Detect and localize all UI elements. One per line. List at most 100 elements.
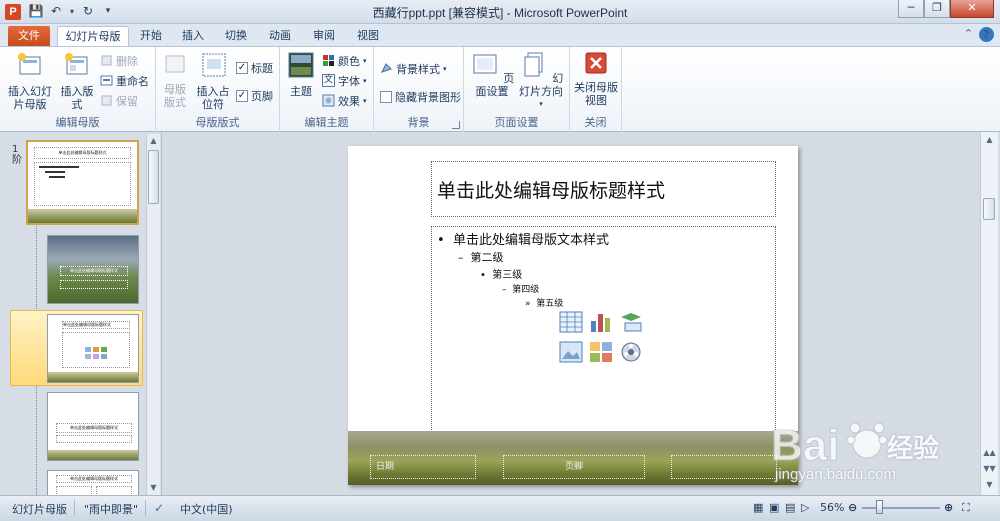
insert-slide-master-button[interactable]: 插入幻灯片母版 xyxy=(6,51,54,111)
hide-background-graphics-checkbox[interactable]: 隐藏背景图形 xyxy=(380,88,461,105)
tab-slide-master[interactable]: 幻灯片母版 xyxy=(57,26,129,46)
close-button[interactable]: ✕ xyxy=(950,0,994,18)
status-language[interactable]: 中文(中国) xyxy=(180,501,233,517)
spell-check-icon[interactable]: ✓ xyxy=(154,501,164,515)
insert-placeholder-button[interactable]: 插入占位符 xyxy=(194,51,234,111)
footer-placeholder[interactable]: 页脚 xyxy=(503,455,645,479)
main-vertical-scrollbar[interactable]: ▲ ▲▲ ▼▼ ▼ xyxy=(980,132,998,495)
background-styles-button[interactable]: 背景样式 ▾ xyxy=(380,60,447,77)
slide-orientation-button[interactable]: 幻灯片方向 ▾ xyxy=(514,51,568,111)
next-slide-icon[interactable]: ▼▼ xyxy=(981,461,998,477)
status-bar: 幻灯片母版 "雨中即景" ✓ 中文(中国) ▦ ▣ ▤ ▷ 56% ⊖ ⊕ ⛶ xyxy=(0,495,1000,521)
zoom-in-icon[interactable]: ⊕ xyxy=(944,501,953,514)
previous-slide-icon[interactable]: ▲▲ xyxy=(981,445,998,461)
fonts-icon: 文 xyxy=(322,74,335,87)
background-styles-icon xyxy=(381,63,392,73)
slideshow-icon[interactable]: ▷ xyxy=(801,501,809,514)
minimize-button[interactable]: ─ xyxy=(898,0,924,18)
slide-footer-image: 日期 页脚 xyxy=(348,431,798,485)
preserve-button[interactable]: 保留 xyxy=(100,92,138,109)
effects-button[interactable]: 效果 ▾ xyxy=(322,92,367,109)
layout-thumbnail-title-content[interactable]: 单击此处编辑母版标题样式 xyxy=(47,314,139,383)
layout-thumbnail-section-header[interactable]: 单击此处编辑母版标题样式 xyxy=(47,392,139,461)
page-setup-button[interactable]: 页面设置 xyxy=(468,51,516,98)
checkbox-checked-icon: ✓ xyxy=(236,89,248,102)
scroll-up-icon[interactable]: ▲ xyxy=(981,132,998,148)
layout-thumbnail-title[interactable]: 单击此处编辑母版标题样式 xyxy=(47,235,139,304)
scrollbar-thumb[interactable] xyxy=(983,198,995,220)
status-theme-name[interactable]: "雨中即景" xyxy=(84,501,138,517)
group-label-background: 背景 xyxy=(407,116,430,129)
themes-icon xyxy=(288,52,314,78)
title-checkbox[interactable]: ✓ 标题 xyxy=(236,59,273,76)
window-controls: ─ ❐ ✕ xyxy=(898,0,994,18)
tab-review[interactable]: 审阅 xyxy=(307,26,341,46)
scroll-down-icon[interactable]: ▼ xyxy=(147,481,160,495)
insert-table-icon[interactable] xyxy=(559,311,583,333)
group-master-layout: 母版版式 插入占位符 ✓ 标题 ✓ 页脚 母版版式 xyxy=(156,47,280,132)
scroll-down-icon[interactable]: ▼ xyxy=(981,477,998,493)
fit-to-window-icon[interactable]: ⛶ xyxy=(962,501,970,515)
tab-transitions[interactable]: 切换 xyxy=(219,26,253,46)
text-level-1: • 单击此处编辑母版文本样式 xyxy=(437,233,609,248)
master-layout-button[interactable]: 母版版式 xyxy=(160,53,190,109)
slide-number-placeholder[interactable] xyxy=(671,455,777,479)
tab-insert[interactable]: 插入 xyxy=(176,26,210,46)
text-level-5: » 第五级 xyxy=(525,299,564,309)
minimize-ribbon-icon[interactable]: ⌃ xyxy=(964,27,973,42)
date-placeholder[interactable]: 日期 xyxy=(370,455,476,479)
insert-layout-button[interactable]: 插入版式 xyxy=(56,51,98,111)
help-icon[interactable]: ? xyxy=(979,27,994,42)
tab-view[interactable]: 视图 xyxy=(351,26,385,46)
master-layout-icon xyxy=(165,55,185,73)
background-dialog-launcher-icon[interactable] xyxy=(452,121,460,129)
preserve-icon xyxy=(101,95,112,106)
zoom-level[interactable]: 56% xyxy=(820,501,844,514)
scroll-up-icon[interactable]: ▲ xyxy=(147,134,160,148)
slide-master-thumbnail[interactable]: 单击此处编辑母版标题样式 xyxy=(26,140,139,225)
delete-button[interactable]: 删除 xyxy=(100,52,138,69)
insert-chart-icon[interactable] xyxy=(589,311,613,333)
text-level-4: – 第四级 xyxy=(502,285,540,295)
insert-media-icon[interactable] xyxy=(619,341,643,363)
group-background: 背景样式 ▾ 隐藏背景图形 背景 xyxy=(374,47,464,132)
delete-icon xyxy=(101,55,112,66)
colors-icon xyxy=(323,55,334,66)
reading-view-icon[interactable]: ▤ xyxy=(785,501,795,514)
insert-layout-icon xyxy=(65,53,88,75)
tab-home[interactable]: 开始 xyxy=(134,26,168,46)
insert-placeholder-icon xyxy=(202,53,226,77)
restore-button[interactable]: ❐ xyxy=(924,0,950,18)
svg-text:Bai: Bai xyxy=(771,421,839,470)
normal-view-icon[interactable]: ▦ xyxy=(753,501,763,514)
tab-animations[interactable]: 动画 xyxy=(263,26,297,46)
window-title: 西藏行ppt.ppt [兼容模式] - Microsoft PowerPoint xyxy=(372,6,628,20)
title-placeholder[interactable]: 单击此处编辑母版标题样式 xyxy=(431,161,776,217)
text-level-2: – 第二级 xyxy=(458,251,504,264)
colors-button[interactable]: 颜色 ▾ xyxy=(322,52,367,69)
rename-button[interactable]: 重命名 xyxy=(100,72,149,89)
group-label-edit-master: 编辑母版 xyxy=(55,116,100,129)
scrollbar-thumb[interactable] xyxy=(148,150,159,204)
insert-clip-art-icon[interactable] xyxy=(589,341,613,363)
slide-orientation-icon xyxy=(524,52,543,77)
slide-master-canvas: 单击此处编辑母版标题样式 • 单击此处编辑母版文本样式 – 第二级 • 第三级 … xyxy=(348,146,798,485)
slide-sorter-icon[interactable]: ▣ xyxy=(769,501,779,514)
insert-picture-icon[interactable] xyxy=(559,341,583,363)
themes-button[interactable]: 主题 xyxy=(286,51,316,98)
close-master-view-button[interactable]: 关闭母版视图 xyxy=(574,51,618,107)
group-label-edit-theme: 编辑主题 xyxy=(304,116,349,129)
zoom-slider-knob[interactable] xyxy=(876,500,883,514)
group-close: 关闭母版视图 关闭 xyxy=(570,47,622,132)
thumbnail-scrollbar[interactable]: ▲ ▼ xyxy=(146,134,160,495)
ribbon: 插入幻灯片母版 插入版式 删除 重命名 保留 编辑母版 母版版式 插入占位符 ✓… xyxy=(0,46,1000,132)
zoom-out-icon[interactable]: ⊖ xyxy=(848,501,857,514)
zoom-slider[interactable] xyxy=(862,507,940,509)
footer-checkbox[interactable]: ✓ 页脚 xyxy=(236,87,273,104)
fonts-button[interactable]: 文 字体 ▾ xyxy=(322,72,367,89)
rename-icon xyxy=(100,75,113,86)
body-placeholder[interactable]: • 单击此处编辑母版文本样式 – 第二级 • 第三级 – 第四级 » 第五级 xyxy=(431,226,776,448)
insert-smartart-icon[interactable] xyxy=(619,311,643,333)
tab-file[interactable]: 文件 xyxy=(8,26,50,46)
slide-number: 1 阶 xyxy=(12,144,22,166)
